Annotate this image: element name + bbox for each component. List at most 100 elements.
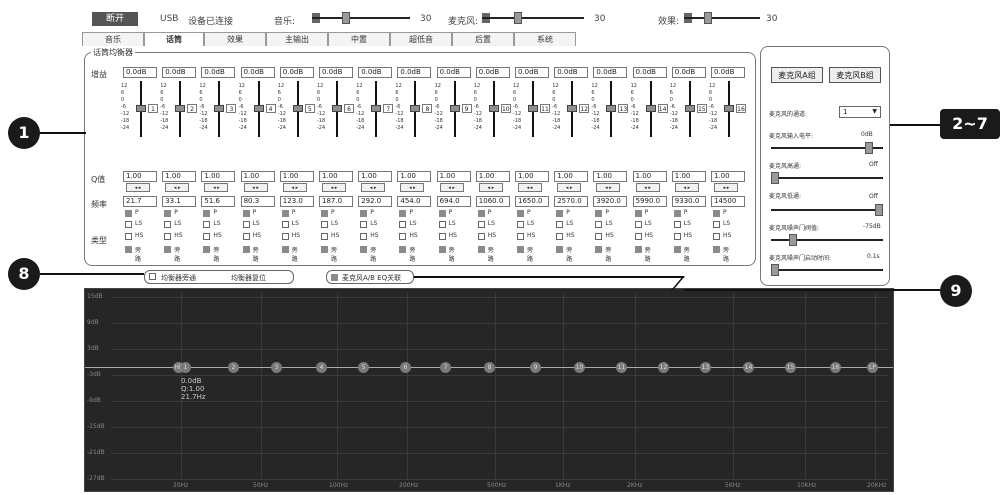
band-gain-field[interactable]: 0.0dB bbox=[279, 67, 314, 78]
type-hs-checkbox[interactable] bbox=[281, 233, 289, 240]
type-hs-checkbox[interactable] bbox=[125, 233, 132, 240]
type-hs-checkbox[interactable] bbox=[517, 233, 524, 240]
band-q-field[interactable]: 1.00 bbox=[162, 171, 197, 182]
bypass-checkbox[interactable] bbox=[360, 246, 368, 253]
tab-main-output[interactable]: 主输出 bbox=[266, 32, 328, 46]
band-freq-field[interactable]: 123.0 bbox=[279, 196, 314, 207]
lowpass-slider[interactable] bbox=[771, 203, 883, 217]
band-freq-field[interactable]: 3920.0 bbox=[593, 196, 628, 207]
type-ls-checkbox[interactable] bbox=[438, 221, 446, 228]
tab-system[interactable]: 系统 bbox=[514, 32, 576, 46]
type-ls-checkbox[interactable] bbox=[203, 221, 211, 228]
band-freq-field[interactable]: 2570.0 bbox=[554, 196, 589, 207]
band-freq-field[interactable]: 454.0 bbox=[397, 196, 432, 207]
type-p-radio[interactable] bbox=[242, 210, 250, 217]
band-q-field[interactable]: 1.00 bbox=[554, 171, 589, 182]
input-level-slider[interactable] bbox=[771, 141, 883, 155]
band-gain-slider[interactable] bbox=[567, 105, 578, 112]
band-q-stepper[interactable]: ◂ ▸ bbox=[322, 183, 346, 192]
band-freq-field[interactable]: 14500 bbox=[711, 196, 745, 207]
band-gain-slider[interactable] bbox=[684, 105, 695, 112]
gate-time-slider[interactable] bbox=[771, 263, 883, 277]
band-q-stepper[interactable]: ◂ ▸ bbox=[282, 183, 307, 192]
band-gain-field[interactable]: 0.0dB bbox=[671, 67, 706, 78]
band-q-stepper[interactable]: ◂ ▸ bbox=[518, 183, 542, 192]
band-q-stepper[interactable]: ◂ ▸ bbox=[126, 183, 150, 192]
bypass-checkbox[interactable] bbox=[242, 246, 250, 253]
eq-band-node[interactable]: 3 bbox=[271, 362, 282, 373]
type-hs-checkbox[interactable] bbox=[477, 233, 485, 240]
type-p-radio[interactable] bbox=[477, 210, 485, 217]
band-gain-slider[interactable] bbox=[175, 105, 186, 112]
type-hs-checkbox[interactable] bbox=[203, 233, 211, 240]
type-p-radio[interactable] bbox=[321, 210, 328, 217]
type-p-radio[interactable] bbox=[125, 210, 132, 217]
eq-band-node[interactable]: LP bbox=[867, 362, 878, 373]
eq-band-node[interactable]: 12 bbox=[658, 362, 669, 373]
type-p-radio[interactable] bbox=[399, 210, 407, 217]
type-hs-checkbox[interactable] bbox=[321, 233, 328, 240]
band-gain-field[interactable]: 0.0dB bbox=[358, 67, 393, 78]
bypass-checkbox[interactable] bbox=[673, 246, 681, 253]
type-ls-checkbox[interactable] bbox=[360, 221, 368, 228]
tab-effect[interactable]: 效果 bbox=[204, 32, 266, 46]
bypass-checkbox[interactable] bbox=[321, 246, 328, 253]
tab-music[interactable]: 音乐 bbox=[82, 32, 144, 46]
type-p-radio[interactable] bbox=[281, 210, 289, 217]
band-gain-slider[interactable] bbox=[449, 105, 460, 112]
bypass-checkbox[interactable] bbox=[203, 246, 211, 253]
tab-mic[interactable]: 话筒 bbox=[144, 32, 204, 46]
type-p-radio[interactable] bbox=[634, 210, 642, 217]
band-q-field[interactable]: 1.00 bbox=[279, 171, 314, 182]
band-gain-slider[interactable] bbox=[528, 105, 538, 112]
band-q-stepper[interactable]: ◂ ▸ bbox=[204, 183, 229, 192]
band-gain-field[interactable]: 0.0dB bbox=[632, 67, 667, 78]
music-volume-slider[interactable] bbox=[312, 11, 410, 25]
band-freq-field[interactable]: 9330.0 bbox=[671, 196, 706, 207]
type-hs-checkbox[interactable] bbox=[242, 233, 250, 240]
band-freq-field[interactable]: 694.0 bbox=[436, 196, 471, 207]
type-ls-checkbox[interactable] bbox=[164, 221, 172, 228]
eq-band-node[interactable]: 4 bbox=[316, 362, 327, 373]
eq-band-node[interactable]: 5 bbox=[358, 362, 369, 373]
type-p-radio[interactable] bbox=[713, 210, 720, 217]
band-freq-field[interactable]: 51.6 bbox=[201, 196, 236, 207]
type-p-radio[interactable] bbox=[438, 210, 446, 217]
band-freq-field[interactable]: 292.0 bbox=[358, 196, 393, 207]
band-freq-field[interactable]: 21.7 bbox=[123, 196, 157, 207]
bypass-checkbox[interactable] bbox=[399, 246, 407, 253]
type-hs-checkbox[interactable] bbox=[673, 233, 681, 240]
type-hs-checkbox[interactable] bbox=[595, 233, 603, 240]
band-q-stepper[interactable]: ◂ ▸ bbox=[478, 183, 503, 192]
type-ls-checkbox[interactable] bbox=[281, 221, 289, 228]
noise-gate-thumb[interactable] bbox=[789, 234, 797, 246]
type-p-radio[interactable] bbox=[360, 210, 368, 217]
type-hs-checkbox[interactable] bbox=[164, 233, 172, 240]
mic-volume-thumb[interactable] bbox=[514, 12, 522, 24]
band-gain-slider[interactable] bbox=[488, 105, 499, 112]
bypass-checkbox[interactable] bbox=[634, 246, 642, 253]
eq-reset-button[interactable]: 均衡器复位 bbox=[231, 273, 266, 283]
eq-band-node[interactable]: 15 bbox=[785, 362, 796, 373]
eq-band-node[interactable]: 1 bbox=[180, 362, 191, 373]
band-gain-field[interactable]: 0.0dB bbox=[162, 67, 197, 78]
band-gain-slider[interactable] bbox=[253, 105, 264, 112]
highpass-thumb[interactable] bbox=[771, 172, 779, 184]
band-gain-field[interactable]: 0.0dB bbox=[436, 67, 471, 78]
band-q-field[interactable]: 1.00 bbox=[593, 171, 628, 182]
band-q-field[interactable]: 1.00 bbox=[515, 171, 549, 182]
type-ls-checkbox[interactable] bbox=[673, 221, 681, 228]
band-q-field[interactable]: 1.00 bbox=[123, 171, 157, 182]
type-ls-checkbox[interactable] bbox=[634, 221, 642, 228]
highpass-slider[interactable] bbox=[771, 171, 883, 185]
type-hs-checkbox[interactable] bbox=[438, 233, 446, 240]
band-gain-slider[interactable] bbox=[214, 105, 225, 112]
band-gain-slider[interactable] bbox=[606, 105, 617, 112]
bypass-checkbox[interactable] bbox=[438, 246, 446, 253]
noise-gate-slider[interactable] bbox=[771, 233, 883, 247]
band-q-stepper[interactable]: ◂ ▸ bbox=[243, 183, 268, 192]
mic-volume-slider[interactable] bbox=[482, 11, 584, 25]
bypass-checkbox[interactable] bbox=[477, 246, 485, 253]
mic-b-group-button[interactable]: 麦克风B组 bbox=[829, 67, 881, 83]
band-gain-field[interactable]: 0.0dB bbox=[201, 67, 236, 78]
